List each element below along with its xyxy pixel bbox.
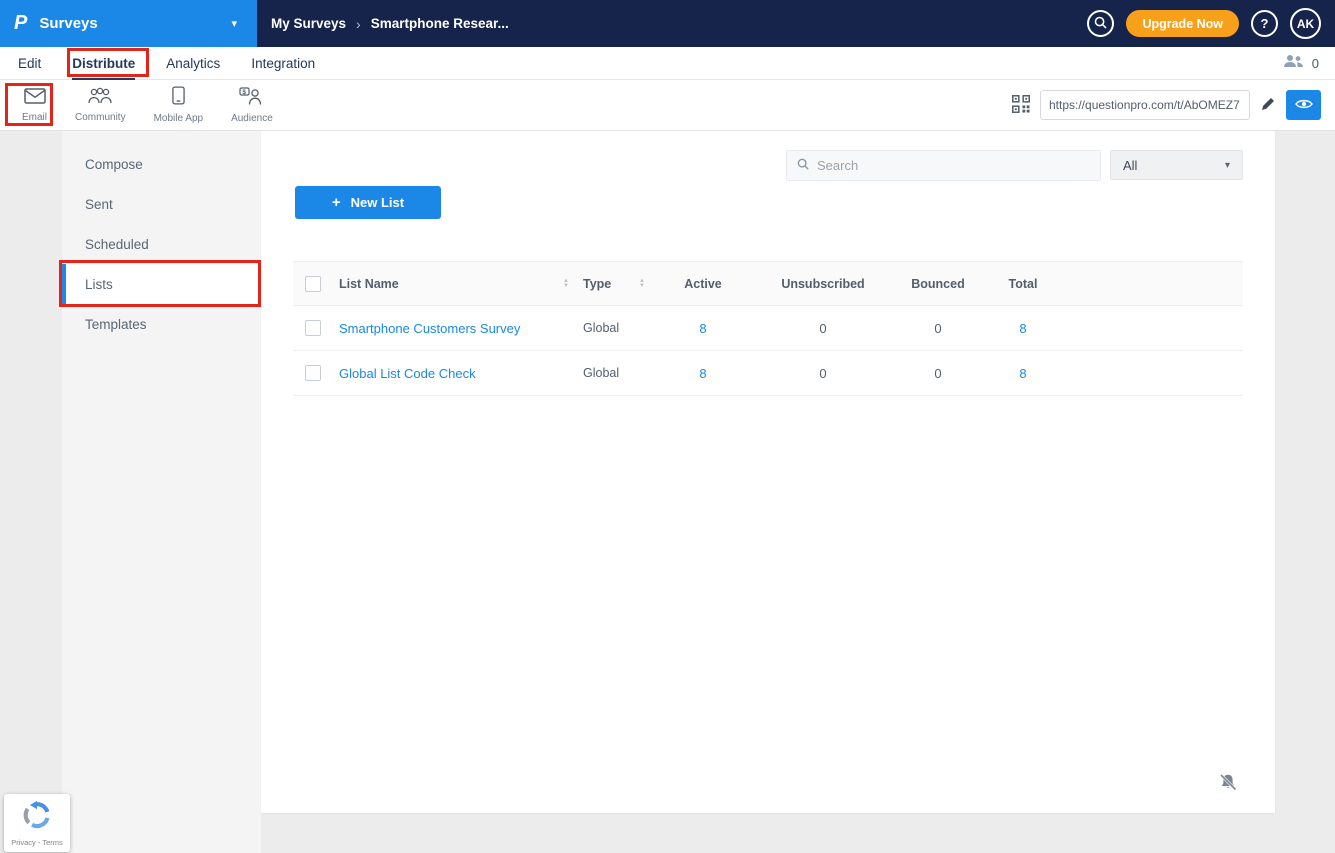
survey-link-tools xyxy=(1012,90,1321,120)
column-type[interactable]: Type xyxy=(583,277,611,291)
help-button[interactable]: ? xyxy=(1251,10,1278,37)
total-count[interactable]: 8 xyxy=(983,366,1063,381)
distribute-toolbar: Email Community Mobile App $ Audience xyxy=(0,80,1335,131)
chevron-down-icon[interactable]: ▾ xyxy=(231,17,237,30)
bounced-count: 0 xyxy=(893,366,983,381)
sidebar-item-scheduled[interactable]: Scheduled xyxy=(62,224,261,264)
column-unsubscribed: Unsubscribed xyxy=(753,277,893,291)
survey-url-input[interactable] xyxy=(1040,90,1250,120)
list-name-link[interactable]: Global List Code Check xyxy=(339,366,476,381)
column-active: Active xyxy=(653,277,753,291)
recaptcha-links[interactable]: Privacy - Terms xyxy=(11,838,63,847)
sort-icon[interactable]: ▲▼ xyxy=(563,279,569,289)
select-all-checkbox[interactable] xyxy=(305,276,321,292)
channel-audience[interactable]: $ Audience xyxy=(217,80,287,130)
channel-email[interactable]: Email xyxy=(8,80,61,130)
avatar[interactable]: AK xyxy=(1290,8,1321,39)
channel-list: Email Community Mobile App $ Audience xyxy=(0,80,287,130)
chevron-down-icon: ▾ xyxy=(1225,160,1230,171)
collaborators-count: 0 xyxy=(1312,56,1319,71)
tab-integration[interactable]: Integration xyxy=(251,47,315,80)
column-total: Total xyxy=(983,277,1063,291)
table-row: Smartphone Customers Survey Global 8 0 0… xyxy=(293,306,1243,351)
topbar: P Surveys ▾ My Surveys › Smartphone Rese… xyxy=(0,0,1335,47)
qr-code-icon xyxy=(1012,95,1030,116)
new-list-button[interactable]: + New List xyxy=(295,186,441,219)
tab-analytics[interactable]: Analytics xyxy=(166,47,220,80)
product-switcher[interactable]: P Surveys ▾ xyxy=(0,0,257,47)
search-icon xyxy=(1094,16,1107,32)
column-bounced: Bounced xyxy=(893,277,983,291)
audience-icon: $ xyxy=(239,87,264,110)
channel-mobile-app[interactable]: Mobile App xyxy=(140,80,217,130)
breadcrumb-separator-icon: › xyxy=(356,16,361,32)
unsubscribed-count: 0 xyxy=(753,366,893,381)
pencil-icon xyxy=(1260,96,1276,115)
new-list-label: New List xyxy=(351,195,404,210)
breadcrumb-survey-title[interactable]: Smartphone Resear... xyxy=(371,16,509,31)
row-checkbox[interactable] xyxy=(305,365,321,381)
email-icon xyxy=(24,88,46,109)
lists-panel: All ▾ + New List List Name ▲▼ xyxy=(261,131,1275,813)
column-list-name[interactable]: List Name xyxy=(339,277,399,291)
sort-icon[interactable]: ▲▼ xyxy=(639,279,645,289)
body-region: Compose Sent Scheduled Lists Templates A… xyxy=(0,131,1335,853)
email-sidebar: Compose Sent Scheduled Lists Templates xyxy=(62,131,261,853)
notifications-off-icon[interactable] xyxy=(1219,773,1237,796)
mobile-app-icon xyxy=(172,86,185,110)
lists-table: List Name ▲▼ Type ▲▼ Active Unsubscribed… xyxy=(293,261,1243,396)
search-icon xyxy=(797,157,809,175)
tab-edit[interactable]: Edit xyxy=(18,47,41,80)
content-wrap: All ▾ + New List List Name ▲▼ xyxy=(261,131,1335,853)
community-icon xyxy=(87,87,113,109)
app-name: Surveys xyxy=(39,15,231,32)
active-count[interactable]: 8 xyxy=(653,366,753,381)
filter-value: All xyxy=(1123,158,1137,173)
preview-button[interactable] xyxy=(1286,90,1321,120)
questionpro-logo-icon: P xyxy=(14,12,27,35)
channel-community-label: Community xyxy=(75,112,126,123)
list-type: Global xyxy=(575,321,653,335)
sidebar-item-sent[interactable]: Sent xyxy=(62,184,261,224)
active-count[interactable]: 8 xyxy=(653,321,753,336)
search-button[interactable] xyxy=(1087,10,1114,37)
topbar-actions: Upgrade Now ? AK xyxy=(1087,8,1321,39)
list-filter-select[interactable]: All ▾ xyxy=(1110,150,1243,180)
upgrade-button[interactable]: Upgrade Now xyxy=(1126,10,1239,37)
row-checkbox[interactable] xyxy=(305,320,321,336)
page: P Surveys ▾ My Surveys › Smartphone Rese… xyxy=(0,0,1335,853)
sidebar-item-lists[interactable]: Lists xyxy=(62,264,261,304)
eye-icon xyxy=(1295,98,1313,113)
search-input[interactable] xyxy=(817,158,1090,173)
total-count[interactable]: 8 xyxy=(983,321,1063,336)
breadcrumb-my-surveys[interactable]: My Surveys xyxy=(271,16,346,31)
recaptcha-badge[interactable]: Privacy - Terms xyxy=(4,794,70,852)
channel-community[interactable]: Community xyxy=(61,80,140,130)
collaborators-icon xyxy=(1283,54,1304,73)
table-header-row: List Name ▲▼ Type ▲▼ Active Unsubscribed… xyxy=(293,261,1243,306)
channel-email-label: Email xyxy=(22,112,47,123)
bounced-count: 0 xyxy=(893,321,983,336)
svg-text:$: $ xyxy=(243,88,247,95)
list-type: Global xyxy=(575,366,653,380)
channel-mobile-app-label: Mobile App xyxy=(154,113,203,124)
breadcrumb: My Surveys › Smartphone Resear... xyxy=(271,16,509,32)
edit-url-button[interactable] xyxy=(1260,96,1276,115)
tab-distribute[interactable]: Distribute xyxy=(72,47,135,80)
sidebar-item-templates[interactable]: Templates xyxy=(62,304,261,344)
qr-code-button[interactable] xyxy=(1012,95,1030,116)
table-row: Global List Code Check Global 8 0 0 8 xyxy=(293,351,1243,396)
list-search[interactable] xyxy=(786,150,1101,181)
tabbar: Edit Distribute Analytics Integration 0 xyxy=(0,47,1335,80)
channel-audience-label: Audience xyxy=(231,113,273,124)
list-name-link[interactable]: Smartphone Customers Survey xyxy=(339,321,520,336)
recaptcha-logo-icon xyxy=(22,800,52,835)
sidebar-item-compose[interactable]: Compose xyxy=(62,144,261,184)
collaborators[interactable]: 0 xyxy=(1283,54,1319,73)
plus-icon: + xyxy=(332,194,341,211)
unsubscribed-count: 0 xyxy=(753,321,893,336)
left-gutter xyxy=(0,131,62,853)
